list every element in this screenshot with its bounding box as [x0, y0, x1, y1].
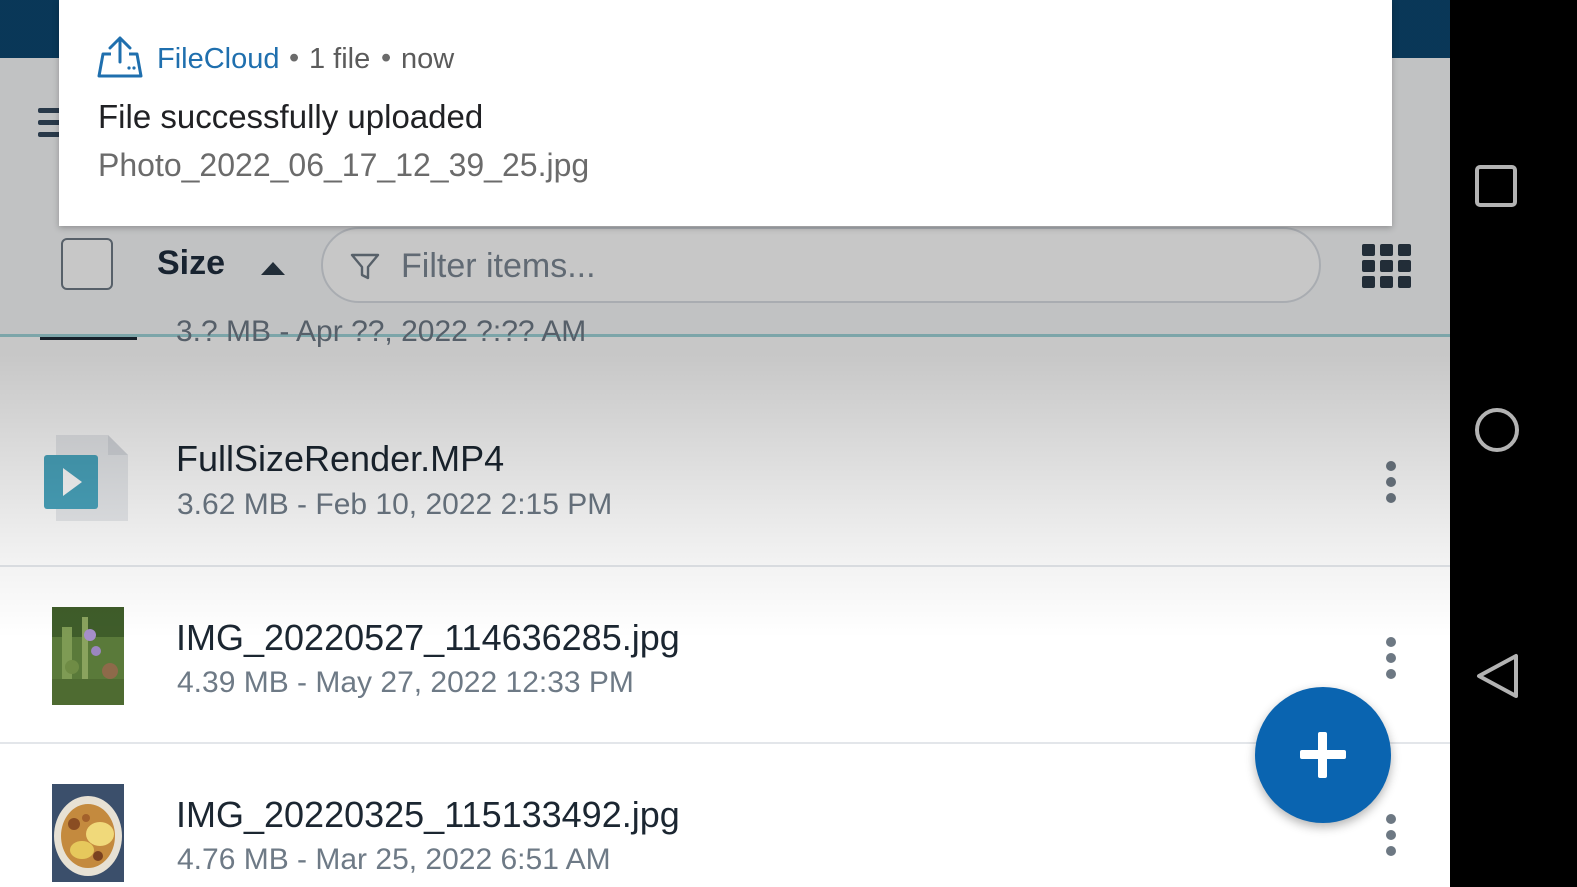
file-name: FullSizeRender.MP4: [176, 438, 505, 479]
square-icon: [1475, 165, 1517, 207]
file-name: IMG_20220527_114636285.jpg: [176, 617, 680, 658]
file-options-icon[interactable]: [1384, 814, 1398, 858]
video-file-icon: [44, 433, 128, 525]
file-meta: 3.62 MB - Feb 10, 2022 2:15 PM: [177, 488, 613, 521]
home-button[interactable]: [1450, 378, 1577, 478]
system-navigation-bar: [1450, 0, 1577, 887]
notification-title: File successfully uploaded: [98, 98, 484, 135]
list-item[interactable]: IMG_20220527_114636285.jpg 4.39 MB - May…: [0, 567, 1450, 744]
file-thumbnail: [40, 337, 137, 340]
file-options-icon[interactable]: [1384, 461, 1398, 505]
cloud-upload-icon: [97, 36, 143, 78]
file-meta: 3.? MB - Apr ??, 2022 ?:?? AM: [176, 315, 587, 348]
list-item[interactable]: 3.? MB - Apr ??, 2022 ?:?? AM: [0, 315, 1450, 391]
notification-app-name: FileCloud: [157, 43, 280, 75]
notification-body: Photo_2022_06_17_12_39_25.jpg: [98, 147, 590, 183]
file-options-icon[interactable]: [1384, 637, 1398, 681]
filter-box[interactable]: [321, 227, 1321, 303]
list-item[interactable]: IMG_20220325_115133492.jpg 4.76 MB - Mar…: [0, 744, 1450, 887]
filecloud-app: Size 3.? MB - Apr ??, 2022 ?:?? AM: [0, 0, 1450, 887]
file-name: IMG_20220325_115133492.jpg: [176, 794, 680, 835]
file-meta: 4.39 MB - May 27, 2022 12:33 PM: [177, 666, 634, 699]
recents-button[interactable]: [1450, 136, 1577, 236]
filter-input[interactable]: [399, 243, 1283, 289]
image-thumbnail: [52, 784, 124, 882]
back-button[interactable]: [1450, 624, 1577, 724]
triangle-back-icon: [1477, 654, 1518, 698]
notification-count: 1 file: [309, 43, 371, 75]
grid-view-icon[interactable]: [1362, 244, 1412, 288]
circle-icon: [1475, 408, 1519, 452]
sort-ascending-icon[interactable]: [261, 262, 285, 275]
separator: •: [381, 42, 392, 74]
filter-icon: [350, 253, 380, 280]
separator: •: [289, 42, 300, 74]
image-thumbnail: [52, 607, 124, 705]
upload-notification[interactable]: FileCloud • 1 file • now File successful…: [59, 0, 1392, 226]
select-all-checkbox[interactable]: [61, 238, 113, 290]
plus-icon-stroke: [1318, 732, 1327, 778]
add-button[interactable]: [1255, 687, 1391, 823]
sort-label[interactable]: Size: [157, 244, 225, 283]
file-meta: 4.76 MB - Mar 25, 2022 6:51 AM: [177, 843, 611, 876]
notification-time: now: [401, 43, 455, 75]
list-item[interactable]: FullSizeRender.MP4 3.62 MB - Feb 10, 202…: [0, 389, 1450, 567]
